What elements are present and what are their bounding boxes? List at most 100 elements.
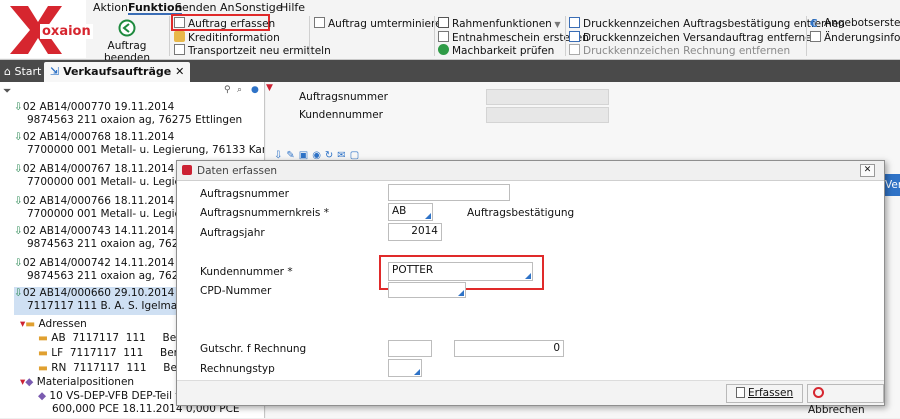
machbarkeit-label: Machbarkeit prüfen [452,45,555,57]
druckkennzeichen-versand-button[interactable]: Druckkennzeichen Versandauftrag entferne… [569,31,818,44]
order-icon: ⇩ [14,101,23,113]
abbrechen-label: Abbrechen [808,404,865,416]
menu-sonstige[interactable]: Sonstige [235,1,283,15]
cpd-nummer-input[interactable] [388,282,466,298]
address-icon: ▬ [38,347,48,359]
tree-item[interactable]: ▸ ⇩02 AB14/000768 18.11.2014 7700000 001… [14,131,264,157]
ribbon-separator [806,16,807,56]
auftragsnummernkreis-description: Auftragsbestätigung [467,207,575,219]
app-icon [182,165,192,175]
kundennummer-value: POTTER [392,264,434,276]
kreditinformation-label: Kreditinformation [188,32,280,44]
order-icon: ⇩ [14,287,23,299]
tab-verkauf-label: Verkaufsaufträge [63,65,172,78]
machbarkeit-button[interactable]: Machbarkeit prüfen [438,44,554,57]
order-icon: ⇩ [14,225,23,237]
auftrag-beenden-button[interactable]: Auftrag beenden [88,19,166,64]
binoculars-icon[interactable]: ⚲ [224,85,231,95]
address-lf-label: LF 7117117 111 Bernd [51,347,192,359]
daten-erfassen-dialog: Daten erfassen ✕ Auftragsnummer Auftrags… [176,160,885,416]
menu-senden-an[interactable]: Senden An [175,1,234,15]
exit-circle-icon [118,19,136,37]
document-icon [736,387,745,398]
druckkennzeichen-ab-button[interactable]: Druckkennzeichen Auftragsbestätigung ent… [569,17,845,30]
erfassen-label: Erfassen [748,387,794,399]
address-ab-label: AB 7117117 111 Bernd [51,332,194,344]
rahmenfunktionen-dropdown[interactable]: Rahmenfunktionen ▼ [438,17,561,30]
menu-hilfe[interactable]: Hilfe [280,1,305,15]
ribbon-separator [434,16,435,56]
tree-item-title: 02 AB14/000743 14.11.2014 [22,225,175,237]
auftragsnummernkreis-value: AB [392,205,407,217]
auftragsnummer-input[interactable] [388,184,510,201]
address-icon: ▬ [38,362,48,374]
document-icon [810,31,821,42]
tab-start[interactable]: ⌂ Start [4,62,41,82]
close-icon[interactable]: ✕ [860,164,875,177]
detail-auftragsnummer-field[interactable] [486,89,609,105]
filter-icon[interactable]: ⏷ [3,85,11,98]
order-icon: ⇩ [14,163,23,175]
menu-aktion[interactable]: Aktion [93,1,128,15]
auftrag-umterminieren-button[interactable]: Auftrag umterminieren [314,17,448,30]
check-circle-icon [438,44,449,55]
adressen-label: Adressen [38,318,87,330]
print-mark-icon [569,31,580,42]
tab-start-label: Start [14,65,42,78]
ribbon: oxaion Aktion Funktion Senden An Sonstig… [0,0,900,64]
auftrag-erfassen-label: Auftrag erfassen [188,18,276,30]
gutschrift-rechnung-label: Gutschr. f Rechnung [200,343,307,355]
auftragsjahr-input[interactable]: 2014 [388,223,442,241]
dropdown-corner-icon [525,273,531,279]
abbrechen-button[interactable]: Abbrechen [807,384,884,416]
aenderungsinformation-button[interactable]: Änderungsinform [810,31,900,44]
dropdown-corner-icon [425,213,431,219]
gutschrift-betrag-input[interactable]: 0 [454,340,564,357]
angebotserstellung-button[interactable]: € Angebotserstellu [810,17,900,30]
tree-item-title: 02 AB14/000768 18.11.2014 [22,131,175,143]
cancel-icon [813,387,824,398]
rahmenfunktionen-label: Rahmenfunktionen [452,18,552,30]
druckkennzeichen-rechnung-button[interactable]: Druckkennzeichen Rechnung entfernen [569,44,790,57]
close-icon[interactable]: ✕ [175,65,184,78]
dropdown-corner-icon [458,290,464,296]
erfassen-button[interactable]: Erfassen [726,384,803,403]
tree-item-title: 02 AB14/000767 18.11.2014 [22,163,175,175]
dot-icon[interactable]: ● [251,85,259,95]
material-position-title: 10 VS-DEP-VFB DEP-Teil fü [49,390,186,402]
tab-verkaufsauftraege[interactable]: ⇲ Verkaufsaufträge ✕ [44,62,191,82]
kreditinformation-button[interactable]: Kreditinformation [174,31,280,44]
material-icon: ◆ [38,390,47,402]
rechnungstyp-label: Rechnungstyp [200,363,275,375]
rechnungstyp-select[interactable] [388,359,422,377]
detail-kundennummer-field[interactable] [486,107,609,123]
document-new-icon [174,17,185,28]
auftrag-erfassen-button[interactable]: Auftrag erfassen [174,17,275,30]
calendar-icon [174,44,185,55]
search-icon[interactable]: ⌕ [237,85,242,95]
entnahmeschein-button[interactable]: Entnahmeschein erstellen [438,31,589,44]
kundennummer-input[interactable]: POTTER [388,262,533,281]
dropdown-corner-icon [414,369,420,375]
address-rn-label: RN 7117117 111 Bernd [51,362,195,374]
kundennummer-label: Kundennummer * [200,266,293,278]
auftragsnummernkreis-select[interactable]: AB [388,203,433,221]
order-icon: ⇲ [50,65,60,78]
collapse-icon[interactable]: ▼ [266,83,273,93]
tree-item-title: 02 AB14/000766 18.11.2014 [22,195,175,207]
detail-edge-button[interactable]: Ver [885,174,900,196]
gutschrift-rechnung-input[interactable] [388,340,432,357]
print-mark-icon [569,17,580,28]
materialpositionen-label: Materialpositionen [36,376,135,388]
auftragsnummer-label: Auftragsnummer [200,188,289,200]
dialog-titlebar: Daten erfassen ✕ [177,161,884,181]
document-icon [438,31,449,42]
transportzeit-button[interactable]: Transportzeit neu ermitteln [174,44,331,57]
calendar-icon [314,17,325,28]
tree-item[interactable]: ▸ ⇩02 AB14/000770 19.11.2014 9874563 211… [14,101,264,127]
tree-item-customer: 9874563 211 oxaion ag, 76275 Ettlingen [27,114,243,126]
order-icon: ⇩ [14,257,23,269]
tree-item-customer: 7700000 001 Metall- u. Legierung, 76133 … [27,144,264,156]
detail-auftragsnummer-label: Auftragsnummer [299,91,388,103]
ribbon-separator [169,16,170,56]
